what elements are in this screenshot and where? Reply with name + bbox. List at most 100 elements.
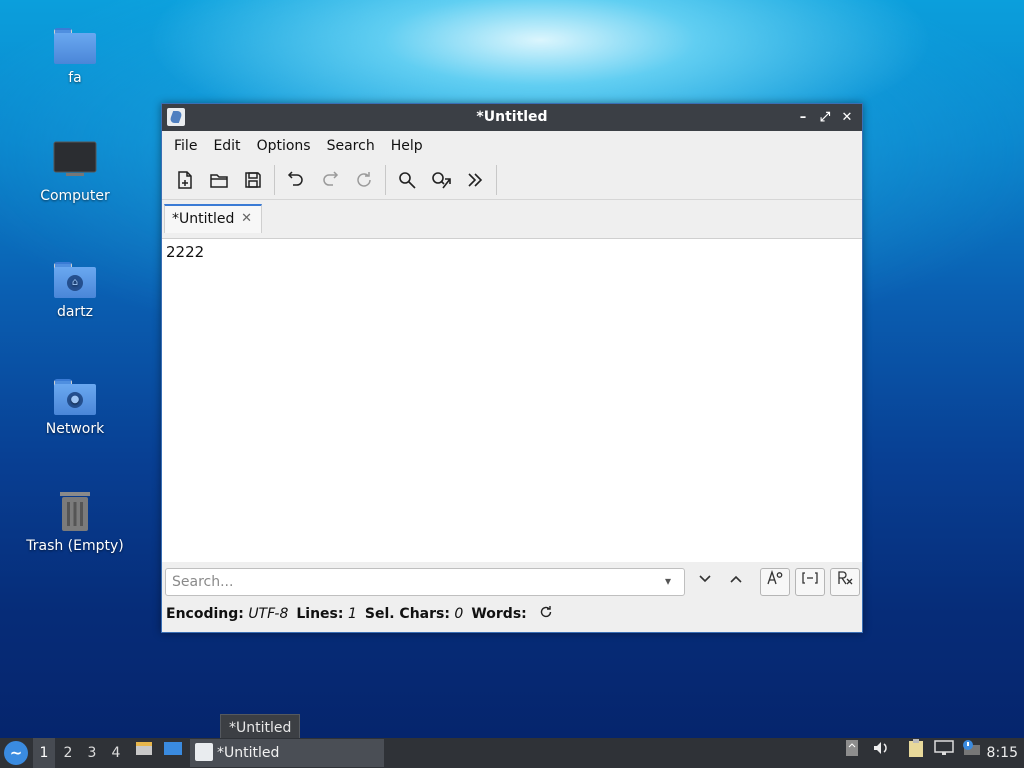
desktop-icon-label: Computer <box>40 188 110 204</box>
encoding-status: Encoding: UTF-8 <box>166 606 289 622</box>
save-icon <box>245 172 261 188</box>
network-folder-icon: ● <box>54 379 96 415</box>
find-icon <box>399 172 416 189</box>
tray-volume[interactable] <box>871 738 891 768</box>
refresh-icon <box>540 606 551 618</box>
volume-icon <box>874 742 887 754</box>
computer-icon <box>52 140 98 186</box>
workspace-1[interactable]: 1 <box>33 738 55 768</box>
home-folder-icon: ⌂ <box>54 262 96 298</box>
tab-label: *Untitled <box>172 211 235 227</box>
desktop-icon-computer[interactable]: Computer <box>10 140 140 204</box>
whole-word-icon <box>802 572 818 584</box>
undo-icon <box>287 171 303 186</box>
words-status: Words: <box>471 606 527 622</box>
desktop-icon-fa[interactable]: fa <box>10 22 140 86</box>
text-editor-window: *Untitled – ⤢ ✕ File Edit Options Search… <box>161 103 863 633</box>
redo-button[interactable] <box>313 163 347 197</box>
taskbar-window-untitled[interactable]: *Untitled <box>190 739 384 767</box>
search-history-dropdown-icon[interactable]: ▾ <box>665 574 671 588</box>
find-next-button[interactable] <box>694 571 716 593</box>
search-bar: ▾ <box>165 568 861 598</box>
update-notification-icon <box>963 740 980 755</box>
find-button[interactable] <box>390 163 424 197</box>
editor-content: 2222 <box>166 243 205 261</box>
tray-notifications[interactable] <box>960 738 982 768</box>
undo-button[interactable] <box>279 163 313 197</box>
more-icon <box>468 173 483 187</box>
desktop-icon-label: dartz <box>56 304 94 320</box>
text-editor-icon <box>195 743 213 761</box>
toolbar-separator <box>385 165 386 195</box>
maximize-button[interactable]: ⤢ <box>816 104 834 131</box>
toolbar-separator <box>496 165 497 195</box>
regex-icon <box>838 571 853 585</box>
tab-untitled[interactable]: *Untitled ✕ <box>164 204 262 233</box>
tray-removable-drive[interactable] <box>843 738 861 768</box>
desktop-icon-label: fa <box>68 70 82 86</box>
clipboard-icon <box>909 739 923 757</box>
chevron-down-icon <box>699 575 711 583</box>
save-button[interactable] <box>236 163 270 197</box>
desktop-icon-dartz[interactable]: ⌂ dartz <box>10 256 140 320</box>
window-titlebar[interactable]: *Untitled – ⤢ ✕ <box>162 104 862 131</box>
refresh-word-count-button[interactable] <box>539 605 553 623</box>
close-button[interactable]: ✕ <box>838 104 856 131</box>
workspace-3[interactable]: 3 <box>81 738 103 768</box>
search-input[interactable] <box>165 568 685 596</box>
taskbar-tooltip: *Untitled <box>220 714 301 740</box>
trash-icon <box>52 488 98 534</box>
selected-chars-status: Sel. Chars: 0 <box>364 606 464 622</box>
menu-file[interactable]: File <box>166 131 205 161</box>
toolbar <box>162 161 862 200</box>
whole-word-button[interactable] <box>795 568 825 596</box>
reload-button[interactable] <box>347 163 381 197</box>
drive-icon <box>846 740 858 756</box>
match-case-icon <box>767 569 783 585</box>
taskbar-window-label: *Untitled <box>217 745 280 761</box>
menu-search[interactable]: Search <box>319 131 383 161</box>
start-menu-button[interactable]: ~ <box>4 741 28 765</box>
workspace-4[interactable]: 4 <box>105 738 127 768</box>
start-menu-icon: ~ <box>9 744 23 762</box>
file-manager-launcher[interactable] <box>134 738 154 768</box>
show-desktop-launcher[interactable] <box>162 738 184 768</box>
match-case-button[interactable] <box>760 568 790 596</box>
file-manager-icon <box>136 742 152 755</box>
chevron-up-icon <box>730 575 742 583</box>
desktop-icon-label: Network <box>45 421 105 437</box>
window-title: *Untitled <box>476 109 548 125</box>
regex-button[interactable] <box>830 568 860 596</box>
workspace-2[interactable]: 2 <box>57 738 79 768</box>
menu-help[interactable]: Help <box>383 131 431 161</box>
desktop-icon-label: Trash (Empty) <box>26 538 124 554</box>
tab-bar: *Untitled ✕ <box>162 200 862 233</box>
new-document-button[interactable] <box>168 163 202 197</box>
minimize-button[interactable]: – <box>794 104 812 131</box>
text-editor-area[interactable]: 2222 <box>162 238 862 562</box>
menu-options[interactable]: Options <box>249 131 319 161</box>
open-file-button[interactable] <box>202 163 236 197</box>
app-icon[interactable] <box>167 108 185 126</box>
tray-clipboard[interactable] <box>906 738 926 768</box>
tab-close-icon[interactable]: ✕ <box>241 206 252 232</box>
desktop-icon-network[interactable]: ● Network <box>10 373 140 437</box>
desktop-icon <box>164 742 182 755</box>
network-icon <box>934 740 954 755</box>
menu-edit[interactable]: Edit <box>205 131 248 161</box>
folder-icon <box>54 28 96 64</box>
tray-network[interactable] <box>934 738 954 768</box>
menubar: File Edit Options Search Help <box>162 131 862 161</box>
reload-icon <box>357 172 371 187</box>
lines-status: Lines: 1 <box>296 606 357 622</box>
desktop-icon-trash[interactable]: Trash (Empty) <box>10 488 140 554</box>
find-replace-button[interactable] <box>424 163 458 197</box>
toolbar-separator <box>274 165 275 195</box>
taskbar-clock[interactable]: 8:15 <box>987 738 1018 768</box>
find-previous-button[interactable] <box>725 571 747 593</box>
more-button[interactable] <box>458 163 492 197</box>
taskbar: ~ 1 2 3 4 *Untitled 8:15 <box>0 738 1024 768</box>
open-folder-icon <box>210 174 228 188</box>
find-replace-icon <box>432 172 451 189</box>
redo-icon <box>323 171 339 186</box>
